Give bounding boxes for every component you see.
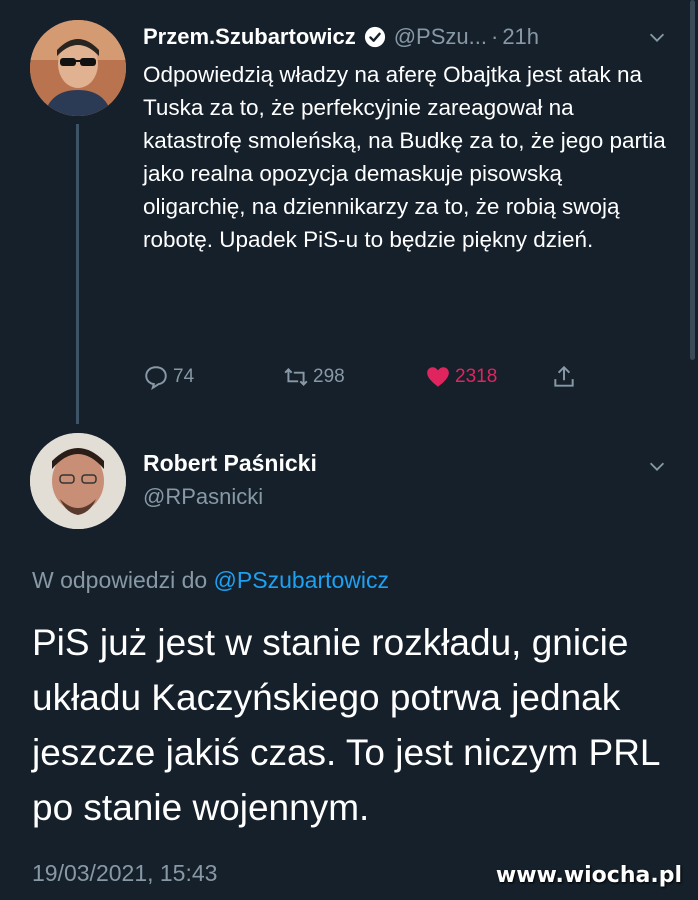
reply-author-name[interactable]: Robert Paśnicki xyxy=(143,450,317,477)
tweet-header: Przem.Szubartowicz @PSzu... · 21h xyxy=(143,22,668,52)
retweet-icon xyxy=(284,368,308,386)
share-icon xyxy=(554,365,574,387)
author-handle[interactable]: @PSzu... xyxy=(394,24,487,50)
reply-datetime[interactable]: 19/03/2021, 15:43 xyxy=(32,860,217,887)
reply-text: PiS już jest w stanie rozkładu, gnicie u… xyxy=(32,622,660,828)
replying-prefix: W odpowiedzi do xyxy=(32,567,208,593)
avatar[interactable] xyxy=(30,20,126,116)
author-name[interactable]: Przem.Szubartowicz xyxy=(143,24,356,50)
watermark: www.wiocha.pl xyxy=(495,863,682,888)
thread-line xyxy=(76,124,79,424)
heart-icon xyxy=(427,367,449,387)
replying-to-line: W odpowiedzi do @PSzubartowicz xyxy=(32,567,389,594)
tweet-text: Odpowiedzią władzy na aferę Obajtka jest… xyxy=(143,62,666,252)
reply-button[interactable]: 74 xyxy=(143,364,194,390)
parent-tweet[interactable]: Przem.Szubartowicz @PSzu... · 21h Odpowi… xyxy=(0,0,698,424)
chevron-down-icon[interactable] xyxy=(646,26,668,48)
like-count: 2318 xyxy=(455,366,498,387)
retweet-count: 298 xyxy=(313,366,345,387)
reply-author-handle[interactable]: @RPasnicki xyxy=(143,484,263,510)
share-button[interactable] xyxy=(551,364,581,390)
reply-avatar[interactable] xyxy=(30,433,126,529)
reply-count: 74 xyxy=(173,366,195,387)
chevron-down-icon[interactable] xyxy=(646,455,668,477)
like-button[interactable]: 2318 xyxy=(425,364,497,390)
replying-to-link[interactable]: @PSzubartowicz xyxy=(214,567,389,593)
reply-icon xyxy=(145,366,167,390)
tweet-actions: 74 298 2318 xyxy=(143,360,603,396)
retweet-button[interactable]: 298 xyxy=(283,364,345,390)
tweet-time[interactable]: 21h xyxy=(502,24,539,50)
verified-badge-icon xyxy=(364,26,386,48)
separator-dot: · xyxy=(490,24,499,49)
